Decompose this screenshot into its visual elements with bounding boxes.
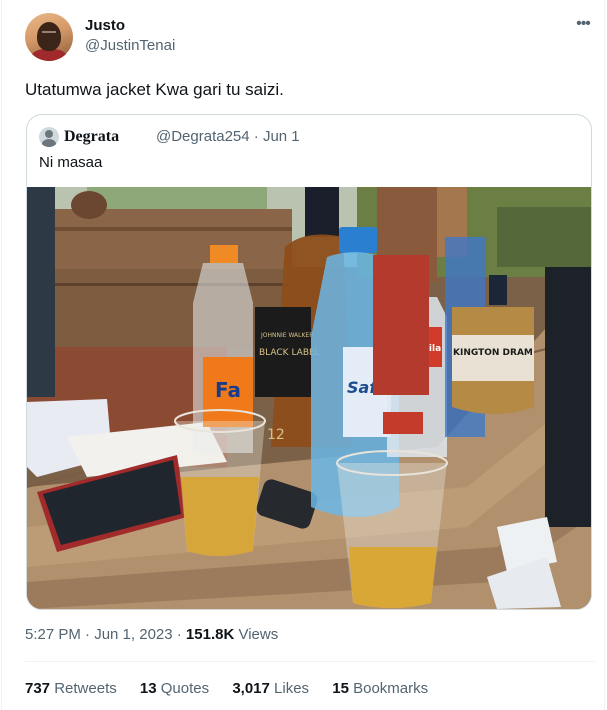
quotes-stat[interactable]: 13 Quotes bbox=[140, 680, 209, 698]
drinks-on-table-image: Fa JOHNNIE WALKER BLACK LABEL 12 Safari … bbox=[27, 187, 591, 609]
quoted-tweet-text: Ni masaa bbox=[39, 154, 103, 171]
author-name[interactable]: Justo bbox=[85, 17, 125, 35]
quoted-author-meta[interactable]: @Degrata254 · Jun 1 bbox=[156, 128, 300, 146]
photo-label: BLACK LABEL bbox=[259, 348, 320, 358]
tweet-header: Justo @JustinTenai ••• bbox=[25, 13, 595, 61]
tweet-card: Justo @JustinTenai ••• Utatumwa jacket K… bbox=[1, 0, 605, 710]
quoted-photo[interactable]: Fa JOHNNIE WALKER BLACK LABEL 12 Safari … bbox=[27, 187, 591, 609]
photo-label: JOHNNIE WALKER bbox=[260, 332, 313, 339]
quoted-author-name[interactable]: Degrata bbox=[64, 127, 119, 146]
bookmarks-stat[interactable]: 15 Bookmarks bbox=[332, 680, 428, 698]
retweets-stat[interactable]: 737 Retweets bbox=[25, 680, 117, 698]
tweet-timestamp[interactable]: 5:27 PM · Jun 1, 2023 · 151.8K Views bbox=[25, 626, 278, 644]
views-label: Views bbox=[238, 626, 279, 643]
quoted-tweet[interactable]: Degrata @Degrata254 · Jun 1 Ni masaa Fa … bbox=[26, 114, 592, 610]
photo-label: 12 bbox=[267, 427, 285, 443]
divider bbox=[25, 661, 595, 662]
photo-label: KINGTON DRAM bbox=[453, 348, 533, 358]
engagement-stats: 737 Retweets 13 Quotes 3,017 Likes 15 Bo… bbox=[25, 680, 447, 698]
time-date[interactable]: 5:27 PM · Jun 1, 2023 · bbox=[25, 626, 186, 643]
photo-label: Fa bbox=[215, 378, 241, 402]
more-options-icon[interactable]: ••• bbox=[572, 15, 594, 37]
avatar[interactable] bbox=[25, 13, 73, 61]
author-handle[interactable]: @JustinTenai bbox=[85, 37, 175, 55]
views-count: 151.8K bbox=[185, 626, 235, 643]
tweet-text: Utatumwa jacket Kwa gari tu saizi. bbox=[25, 80, 284, 99]
quoted-avatar[interactable] bbox=[39, 127, 59, 147]
likes-stat[interactable]: 3,017 Likes bbox=[232, 680, 309, 698]
